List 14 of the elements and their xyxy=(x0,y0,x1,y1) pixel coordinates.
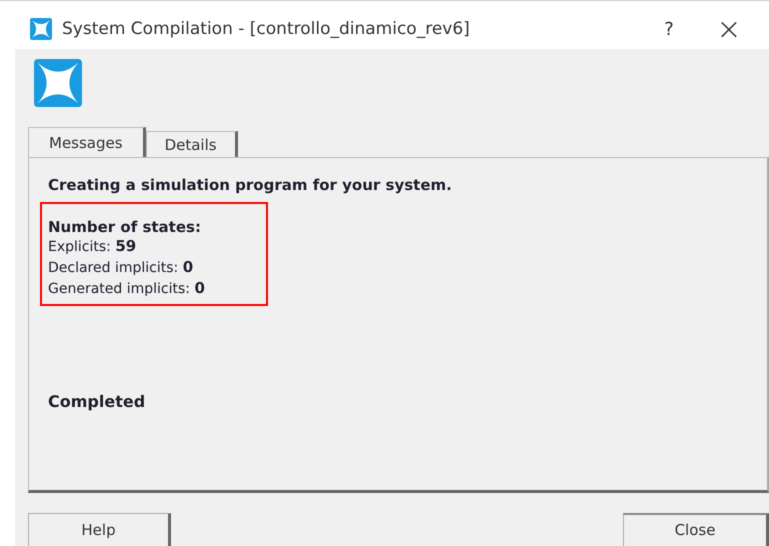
tab[interactable]: Details xyxy=(146,131,238,157)
app-logo-icon xyxy=(30,18,52,40)
state-count: Generated implicits: 0 xyxy=(48,278,206,299)
state-count: Declared implicits: 0 xyxy=(48,257,194,278)
help-button[interactable]: ? xyxy=(639,18,699,40)
status-text: Completed xyxy=(48,392,146,411)
state-count: Explicits: 59 xyxy=(48,236,138,257)
close-button[interactable]: × xyxy=(699,12,759,46)
close-button[interactable]: Close xyxy=(623,513,769,546)
window-title: System Compilation - [controllo_dinamico_rev6] xyxy=(62,19,470,39)
help-button[interactable]: Help xyxy=(28,513,171,546)
message-heading: Creating a simulation program for your system. xyxy=(48,176,453,194)
tab[interactable]: Messages xyxy=(28,127,146,157)
states-title: Number of states: xyxy=(48,218,202,236)
